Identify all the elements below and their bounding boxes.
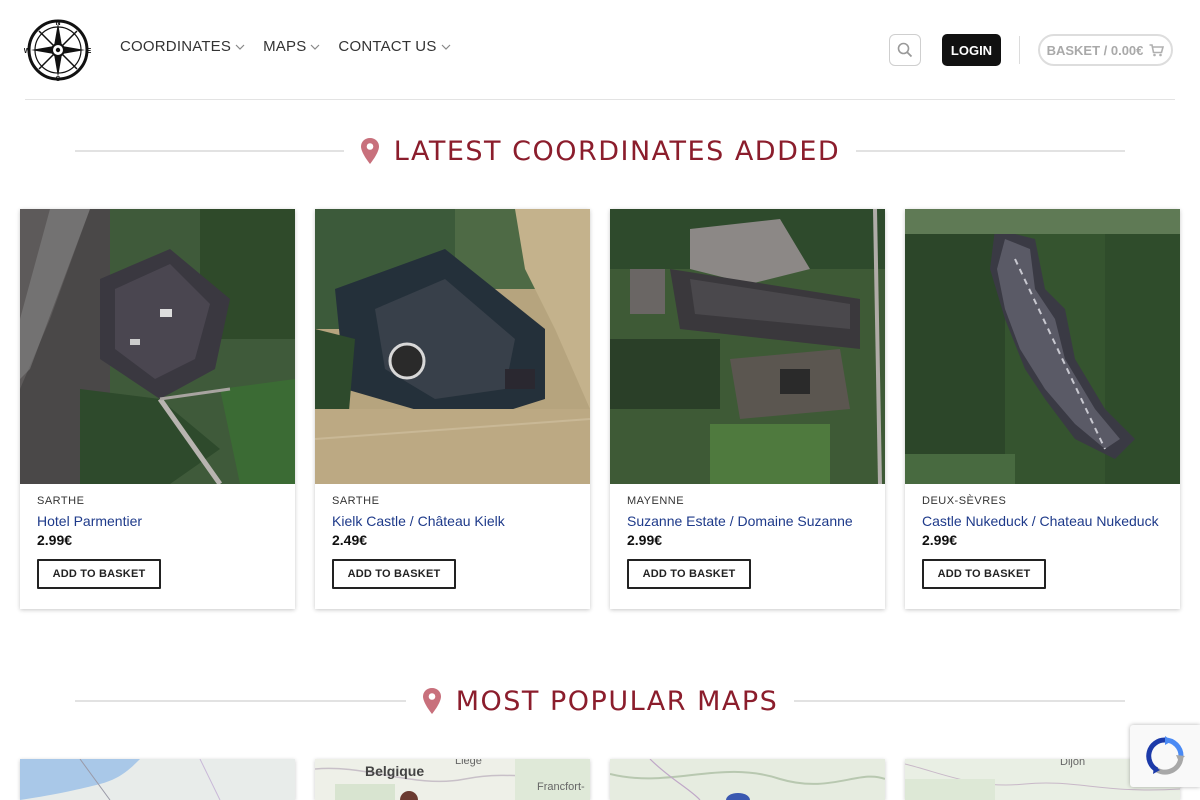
map-label: Belgique	[365, 763, 425, 779]
site-header: N E S W COORDINATES MAPS CONTACT US LOGI…	[0, 0, 1200, 100]
map-thumbnail	[315, 759, 590, 800]
add-to-basket-button[interactable]: ADD TO BASKET	[627, 559, 751, 589]
product-card: SARTHE Hotel Parmentier 2.99€ ADD TO BAS…	[20, 209, 295, 609]
cart-icon	[1149, 43, 1165, 56]
product-name-link[interactable]: Hotel Parmentier	[37, 513, 278, 529]
product-image-aerial[interactable]	[610, 209, 885, 484]
header-divider	[1019, 36, 1020, 64]
map-card[interactable]	[20, 759, 295, 800]
map-thumbnail	[610, 759, 885, 800]
chevron-down-icon	[235, 44, 245, 50]
chevron-down-icon	[441, 44, 450, 50]
product-category: MAYENNE	[627, 495, 685, 507]
product-image-aerial[interactable]	[905, 209, 1180, 484]
section-most-popular-maps: MOST POPULAR MAPS	[75, 681, 1125, 721]
map-pin-icon	[422, 688, 441, 714]
product-price: 2.49€	[332, 532, 368, 548]
product-image-aerial[interactable]	[315, 209, 590, 484]
add-to-basket-button[interactable]: ADD TO BASKET	[922, 559, 1046, 589]
map-thumbnail	[20, 759, 295, 800]
product-name-link[interactable]: Castle Nukeduck / Chateau Nukeduck	[922, 513, 1163, 529]
section-title: LATEST COORDINATES ADDED	[393, 135, 841, 167]
map-label: Francfort-	[537, 781, 585, 793]
nav-item-maps[interactable]: MAPS	[263, 38, 320, 55]
basket-label: BASKET / 0.00€	[1046, 42, 1144, 58]
title-rule	[75, 700, 406, 702]
map-pin-icon	[360, 138, 379, 164]
main-nav: COORDINATES MAPS CONTACT US	[120, 38, 451, 55]
product-card: DEUX-SÈVRES Castle Nukeduck / Chateau Nu…	[905, 209, 1180, 609]
logo-letter-n: N	[55, 20, 60, 27]
product-name-link[interactable]: Kielk Castle / Château Kielk	[332, 513, 573, 529]
product-category: SARTHE	[332, 495, 380, 507]
section-title: MOST POPULAR MAPS	[455, 685, 779, 717]
title-rule	[856, 150, 1126, 152]
product-image-aerial[interactable]	[20, 209, 295, 484]
chevron-down-icon	[310, 44, 320, 50]
map-card[interactable]	[610, 759, 885, 800]
logo-letter-e: E	[87, 48, 92, 55]
map-card[interactable]: Belgique Liège Francfort-	[315, 759, 590, 800]
nav-item-contact-us[interactable]: CONTACT US	[338, 38, 450, 55]
search-button[interactable]	[889, 34, 921, 66]
nav-item-label: CONTACT US	[338, 38, 437, 55]
title-rule	[794, 700, 1125, 702]
add-to-basket-button[interactable]: ADD TO BASKET	[37, 559, 161, 589]
logo-letter-s: S	[56, 76, 61, 83]
product-name-link[interactable]: Suzanne Estate / Domaine Suzanne	[627, 513, 868, 529]
product-category: DEUX-SÈVRES	[922, 495, 1007, 507]
logo-letter-w: W	[24, 48, 31, 55]
login-button[interactable]: LOGIN	[942, 34, 1001, 66]
map-label: Liège	[455, 759, 482, 767]
section-latest-coordinates: LATEST COORDINATES ADDED	[75, 131, 1126, 171]
product-price: 2.99€	[627, 532, 663, 548]
compass-logo-icon[interactable]: N E S W	[24, 17, 92, 83]
recaptcha-badge[interactable]	[1130, 725, 1200, 787]
search-icon	[897, 42, 913, 58]
nav-item-label: MAPS	[263, 38, 307, 55]
add-to-basket-button[interactable]: ADD TO BASKET	[332, 559, 456, 589]
nav-item-coordinates[interactable]: COORDINATES	[120, 38, 245, 55]
header-divider-line	[25, 99, 1175, 100]
title-rule	[75, 150, 344, 152]
product-card: SARTHE Kielk Castle / Château Kielk 2.49…	[315, 209, 590, 609]
product-price: 2.99€	[37, 532, 73, 548]
product-price: 2.99€	[922, 532, 958, 548]
basket-button[interactable]: BASKET / 0.00€	[1038, 34, 1173, 66]
product-card: MAYENNE Suzanne Estate / Domaine Suzanne…	[610, 209, 885, 609]
nav-item-label: COORDINATES	[120, 38, 232, 55]
recaptcha-icon	[1146, 736, 1185, 775]
map-label: Dijon	[1060, 759, 1086, 768]
product-category: SARTHE	[37, 495, 85, 507]
